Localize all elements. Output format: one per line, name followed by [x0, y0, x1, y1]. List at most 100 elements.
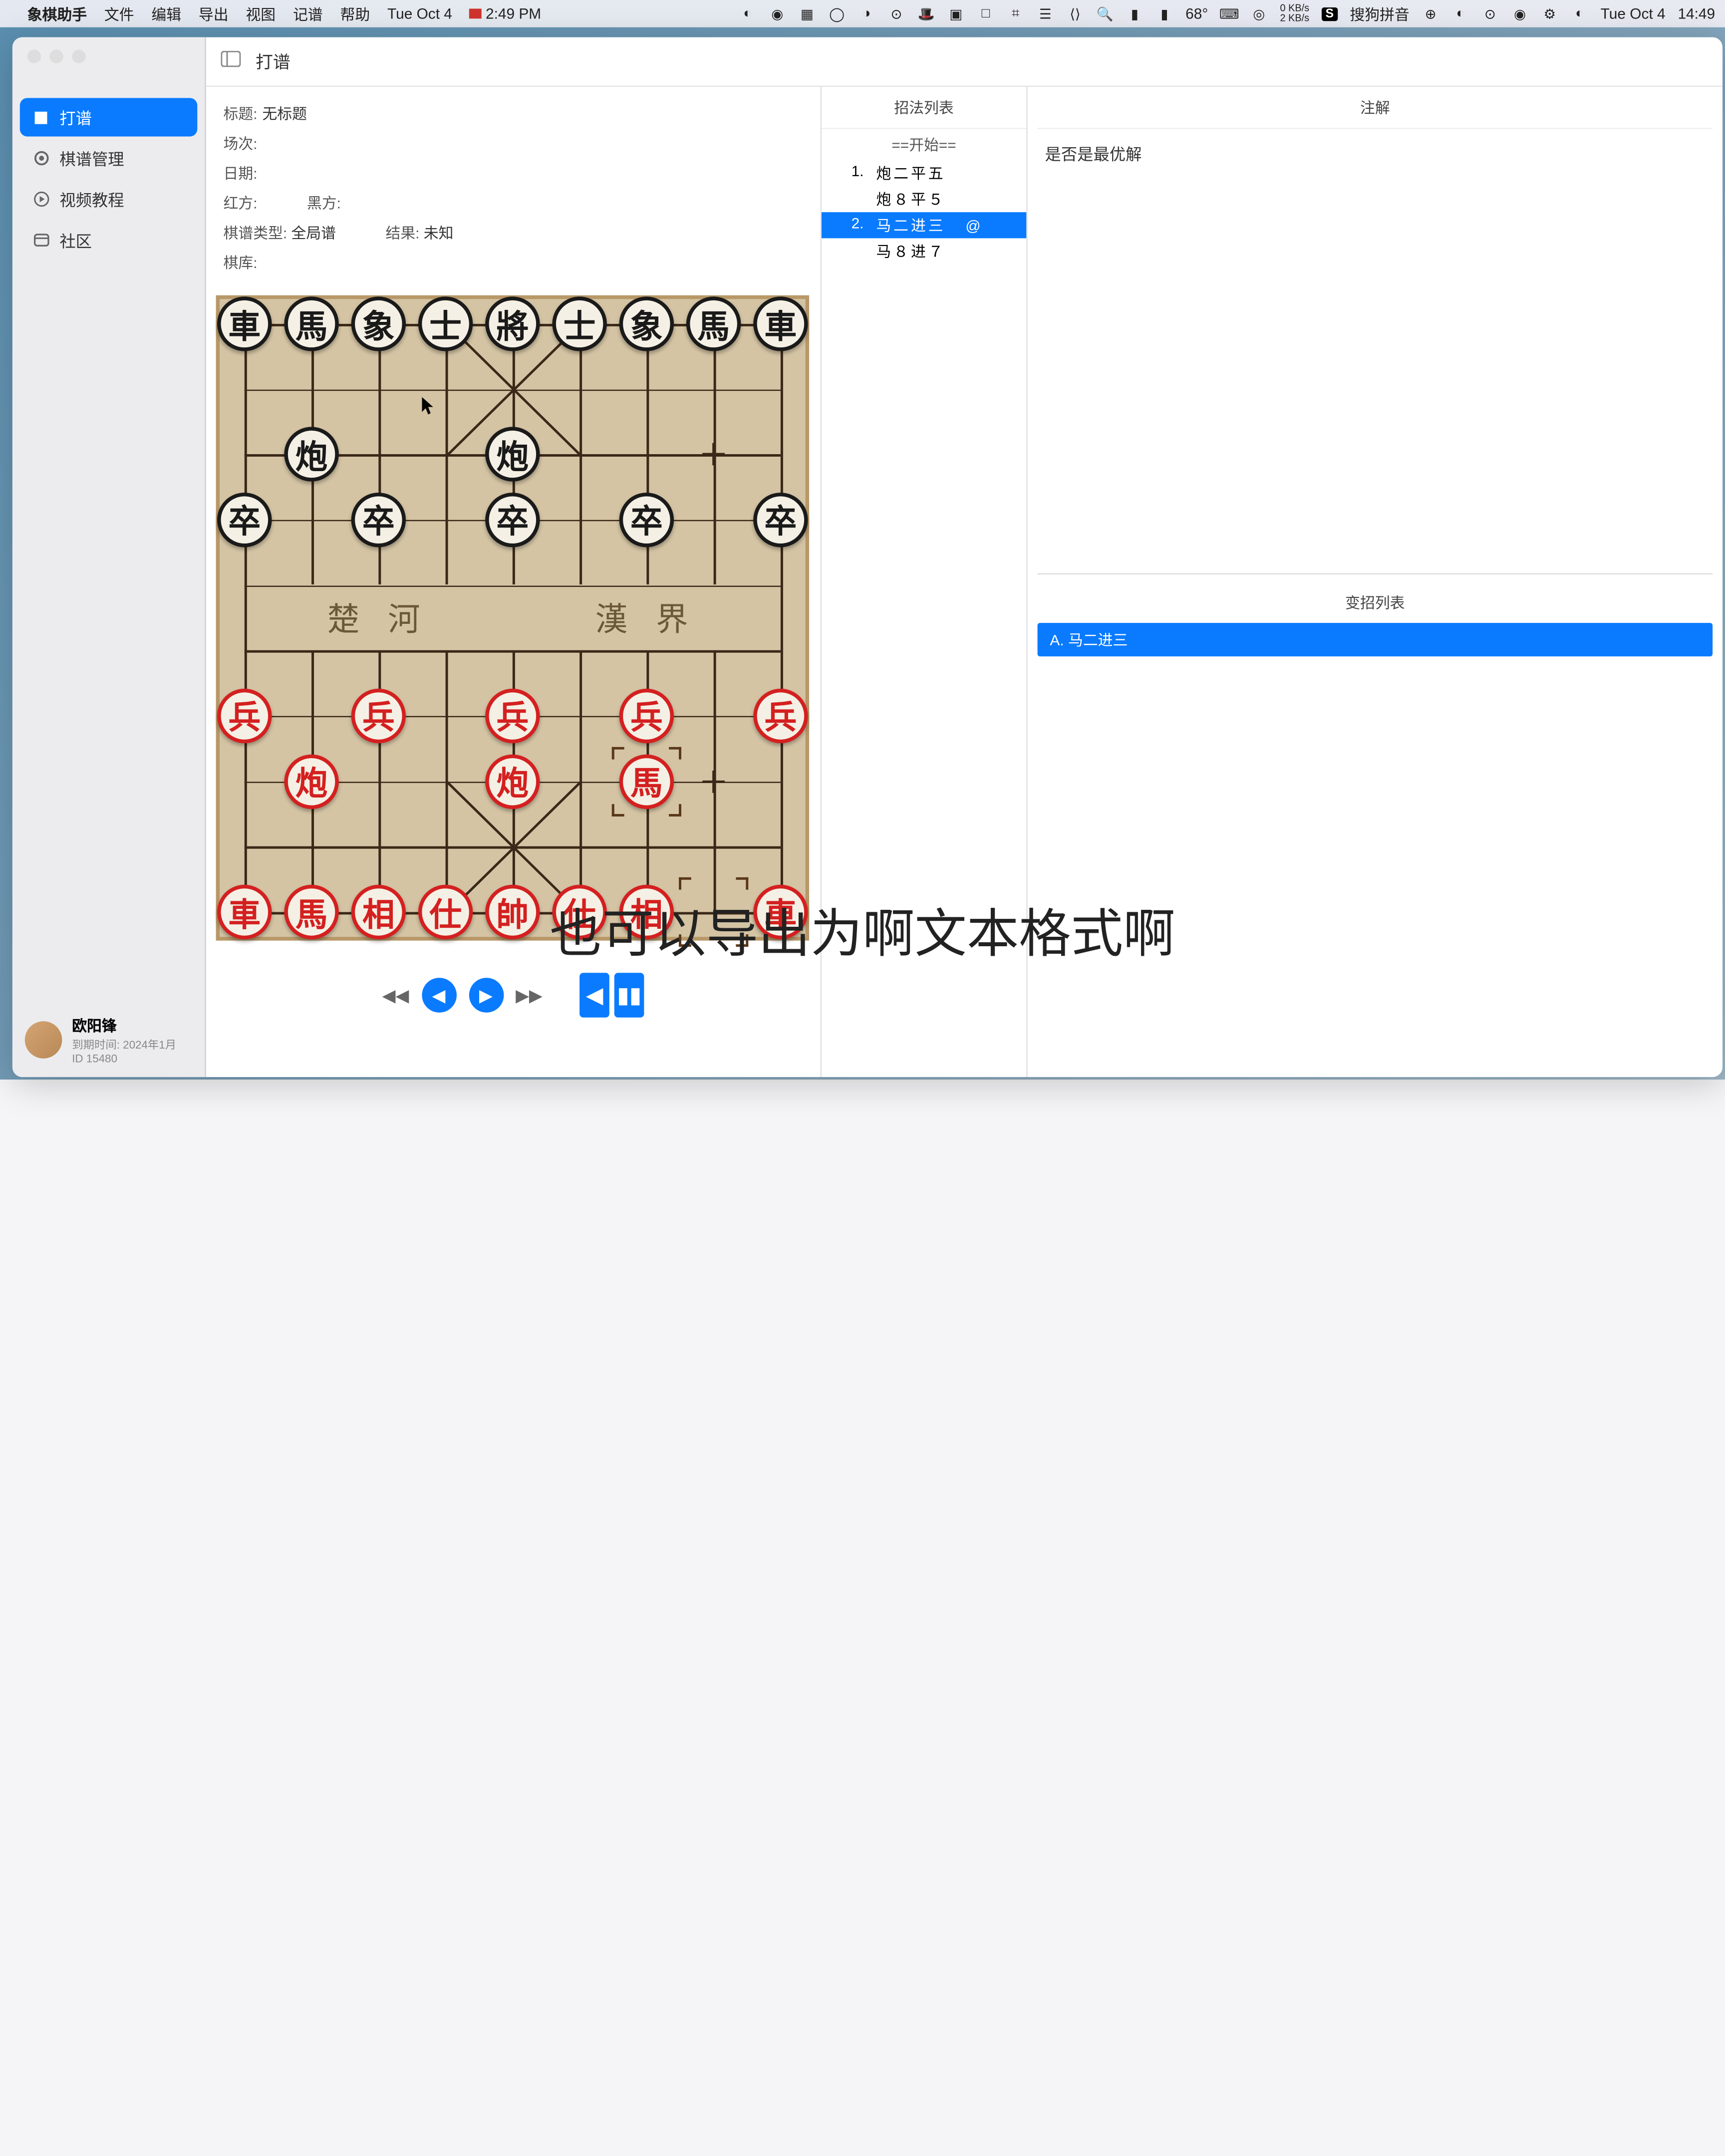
comment-text[interactable]: 是否是最优解: [1038, 129, 1713, 575]
piece[interactable]: 卒: [485, 493, 540, 547]
user-profile[interactable]: 欧阳锋 到期时间: 2024年1月 ID 15480: [12, 1003, 205, 1077]
status-icon-8[interactable]: □: [977, 5, 994, 22]
piece[interactable]: 兵: [351, 689, 406, 743]
wifi-icon[interactable]: ⊙: [1481, 5, 1499, 22]
comment-header: 注解: [1038, 87, 1713, 129]
sidebar-item-video[interactable]: 视频教程: [20, 180, 198, 219]
menu-export[interactable]: 导出: [199, 3, 229, 24]
move-start[interactable]: ==开始==: [822, 129, 1026, 160]
piece[interactable]: 士: [418, 296, 473, 351]
menubar-time-right[interactable]: 14:49: [1678, 5, 1715, 22]
piece[interactable]: 象: [619, 296, 674, 351]
status-icon-14[interactable]: ◉: [1511, 5, 1529, 22]
menu-record[interactable]: 记谱: [293, 3, 323, 24]
piece[interactable]: 車: [753, 296, 808, 351]
card-icon: [32, 232, 50, 249]
search-icon[interactable]: 🔍: [1096, 5, 1114, 22]
temp[interactable]: 68°: [1185, 5, 1208, 22]
status-icon-1[interactable]: ◐: [739, 5, 756, 22]
user-name: 欧阳锋: [72, 1015, 176, 1036]
menu-file[interactable]: 文件: [104, 3, 134, 24]
sidebar-item-label: 棋谱管理: [59, 146, 124, 170]
piece[interactable]: 帥: [485, 885, 540, 939]
status-icon-7[interactable]: ▣: [947, 5, 965, 22]
piece[interactable]: 兵: [753, 689, 808, 743]
menu-view[interactable]: 视图: [246, 3, 276, 24]
variation-header: 变招列表: [1038, 582, 1713, 623]
control-center-icon[interactable]: ⚙: [1541, 5, 1558, 22]
sidebar-item-dapu[interactable]: 打谱: [20, 98, 198, 136]
status-icon-13[interactable]: ◐: [1451, 5, 1469, 22]
status-icon-9[interactable]: ▮: [1126, 5, 1144, 22]
status-icon-3[interactable]: ▦: [798, 5, 816, 22]
piece[interactable]: 卒: [351, 493, 406, 547]
piece[interactable]: 卒: [217, 493, 272, 547]
piece[interactable]: 炮: [284, 754, 338, 808]
piece[interactable]: 馬: [686, 296, 741, 351]
ime-badge[interactable]: S: [1322, 7, 1338, 20]
variation-item[interactable]: A. 马二进三: [1038, 623, 1713, 656]
move-row[interactable]: 1. 炮二平五: [822, 160, 1026, 186]
status-icon-4[interactable]: ◯: [828, 5, 846, 22]
sidebar-item-manage[interactable]: 棋谱管理: [20, 139, 198, 177]
code-icon[interactable]: ⟨⟩: [1066, 5, 1084, 22]
piece[interactable]: 車: [217, 296, 272, 351]
fullscreen-button[interactable]: [72, 49, 85, 63]
piece[interactable]: 卒: [753, 493, 808, 547]
big-prev-button[interactable]: ◀: [579, 973, 609, 1018]
cursor-icon: [422, 397, 437, 415]
piece[interactable]: 兵: [217, 689, 272, 743]
hat-icon[interactable]: 🎩: [917, 5, 935, 22]
rewind-button[interactable]: ◀◀: [382, 985, 409, 1006]
moves-header: 招法列表: [822, 87, 1026, 129]
status-icon-12[interactable]: ⊕: [1422, 5, 1439, 22]
big-pause-button[interactable]: ▮▮: [614, 973, 644, 1018]
app-name[interactable]: 象棋助手: [27, 3, 87, 24]
page-title: 打谱: [256, 49, 290, 74]
piece[interactable]: 卒: [619, 493, 674, 547]
move-row[interactable]: 炮８平５: [822, 186, 1026, 212]
close-button[interactable]: [27, 49, 41, 63]
piece[interactable]: 炮: [284, 427, 338, 482]
prev-button[interactable]: ◀: [421, 978, 456, 1013]
status-icon-5[interactable]: ◑: [858, 5, 875, 22]
ime-name[interactable]: 搜狗拼音: [1350, 3, 1409, 24]
move-row[interactable]: 2. 马二进三@: [822, 212, 1026, 238]
sidebar-item-label: 打谱: [59, 105, 92, 129]
menu-edit[interactable]: 编辑: [151, 3, 181, 24]
piece[interactable]: 將: [485, 296, 540, 351]
bluetooth-icon[interactable]: ⌗: [1007, 5, 1024, 22]
piece[interactable]: 馬: [284, 296, 338, 351]
piece[interactable]: 車: [217, 885, 272, 939]
piece[interactable]: 仕: [418, 885, 473, 939]
forward-button[interactable]: ▶▶: [516, 985, 543, 1006]
menubar-date-right[interactable]: Tue Oct 4: [1601, 5, 1666, 22]
status-icon-2[interactable]: ◉: [769, 5, 786, 22]
move-row[interactable]: 马８进７: [822, 238, 1026, 264]
piece[interactable]: 象: [351, 296, 406, 351]
piece[interactable]: 兵: [619, 689, 674, 743]
video-subtitle: 也可以导出为啊文本格式啊: [550, 892, 1175, 968]
piece[interactable]: 兵: [485, 689, 540, 743]
sidebar-item-label: 社区: [59, 228, 92, 252]
piece[interactable]: 馬: [619, 754, 674, 808]
xiangqi-board[interactable]: 楚 河 漢 界 車馬象士將士象馬車炮炮卒卒卒卒卒兵兵兵兵兵炮炮馬車馬相仕帥仕相車: [216, 295, 809, 941]
status-icon-11[interactable]: ◎: [1250, 5, 1268, 22]
minimize-button[interactable]: [49, 49, 63, 63]
menubar: 象棋助手 文件 编辑 导出 视图 记谱 帮助 Tue Oct 4 2:49 PM…: [0, 0, 1725, 27]
status-icon-10[interactable]: ▮: [1156, 5, 1173, 22]
menubar-date-left: Tue Oct 4: [387, 5, 452, 22]
piece[interactable]: 馬: [284, 885, 338, 939]
piece[interactable]: 士: [552, 296, 606, 351]
keyboard-icon[interactable]: ⌨: [1220, 5, 1238, 22]
piece[interactable]: 炮: [485, 427, 540, 482]
next-button[interactable]: ▶: [469, 978, 504, 1013]
status-icon-15[interactable]: ◐: [1571, 5, 1588, 22]
status-icon-6[interactable]: ⊙: [887, 5, 905, 22]
piece[interactable]: 炮: [485, 754, 540, 808]
sidebar-item-community[interactable]: 社区: [20, 221, 198, 260]
sidebar-toggle-icon[interactable]: [221, 50, 241, 73]
menu-help[interactable]: 帮助: [340, 3, 370, 24]
server-icon[interactable]: ☰: [1037, 5, 1054, 22]
piece[interactable]: 相: [351, 885, 406, 939]
